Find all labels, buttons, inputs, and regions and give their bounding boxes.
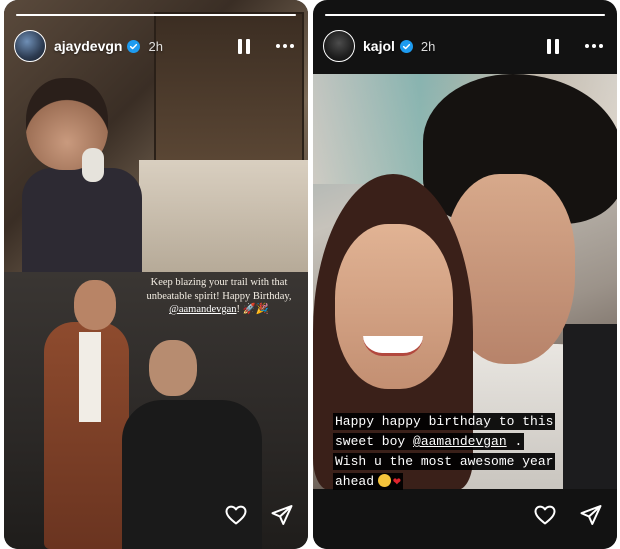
story-progress-fill bbox=[16, 14, 296, 16]
story-footer bbox=[224, 503, 294, 527]
pause-icon[interactable] bbox=[234, 35, 254, 58]
boy-body-shape bbox=[22, 168, 142, 272]
send-icon[interactable] bbox=[270, 503, 294, 527]
story-header: ajaydevgn 2h bbox=[14, 28, 298, 64]
story-card-kajol[interactable]: Happy happy birthday to this sweet boy @… bbox=[313, 0, 617, 549]
person-1-shirt bbox=[79, 332, 101, 422]
caption-line-2: sweet boy @aamandevgan . bbox=[333, 433, 525, 450]
avatar[interactable] bbox=[323, 30, 355, 62]
caption-end: ! 🚀🎉 bbox=[236, 304, 269, 315]
woman-face-shape bbox=[335, 224, 453, 389]
caption-line-1: Keep blazing your trail with that bbox=[150, 277, 288, 288]
wall-shape bbox=[139, 160, 308, 272]
story-header: kajol 2h bbox=[323, 28, 607, 64]
heart-icon[interactable] bbox=[533, 503, 557, 527]
caption-line-3: Wish u the most awesome year bbox=[333, 453, 556, 470]
person-2-head bbox=[149, 340, 197, 396]
kiss-emoji-icon bbox=[378, 474, 392, 487]
caption-mention-link[interactable]: @aamandevgan bbox=[169, 304, 236, 315]
pause-icon[interactable] bbox=[543, 35, 563, 58]
story-progress-bar bbox=[325, 14, 605, 16]
more-options-icon[interactable] bbox=[272, 40, 298, 52]
username[interactable]: ajaydevgn bbox=[54, 38, 122, 54]
more-options-icon[interactable] bbox=[581, 40, 607, 52]
verified-badge-icon bbox=[127, 39, 141, 53]
story-footer bbox=[533, 503, 603, 527]
verified-badge-icon bbox=[399, 39, 413, 53]
toy-gun-shape bbox=[82, 148, 104, 182]
caption-line-4: ahead ❤ bbox=[333, 473, 403, 490]
person-1-head bbox=[74, 280, 116, 330]
story-card-ajaydevgn[interactable]: Keep blazing your trail with that unbeat… bbox=[4, 0, 308, 549]
post-time: 2h bbox=[148, 38, 163, 54]
story-caption: Happy happy birthday to this sweet boy @… bbox=[333, 412, 608, 492]
story-progress-bar bbox=[16, 14, 296, 16]
avatar[interactable] bbox=[14, 30, 46, 62]
post-time: 2h bbox=[420, 38, 436, 54]
story-caption: Keep blazing your trail with that unbeat… bbox=[134, 276, 304, 317]
username[interactable]: kajol bbox=[363, 38, 395, 54]
caption-line-2: unbeatable spirit! Happy Birthday, bbox=[146, 290, 292, 302]
story-progress-fill bbox=[325, 14, 605, 16]
heart-icon[interactable] bbox=[224, 503, 248, 527]
send-icon[interactable] bbox=[579, 503, 603, 527]
red-heart-emoji-icon: ❤ bbox=[393, 474, 401, 489]
caption-line-1: Happy happy birthday to this bbox=[333, 413, 556, 430]
caption-mention-link[interactable]: @aamandevgan bbox=[413, 434, 507, 449]
